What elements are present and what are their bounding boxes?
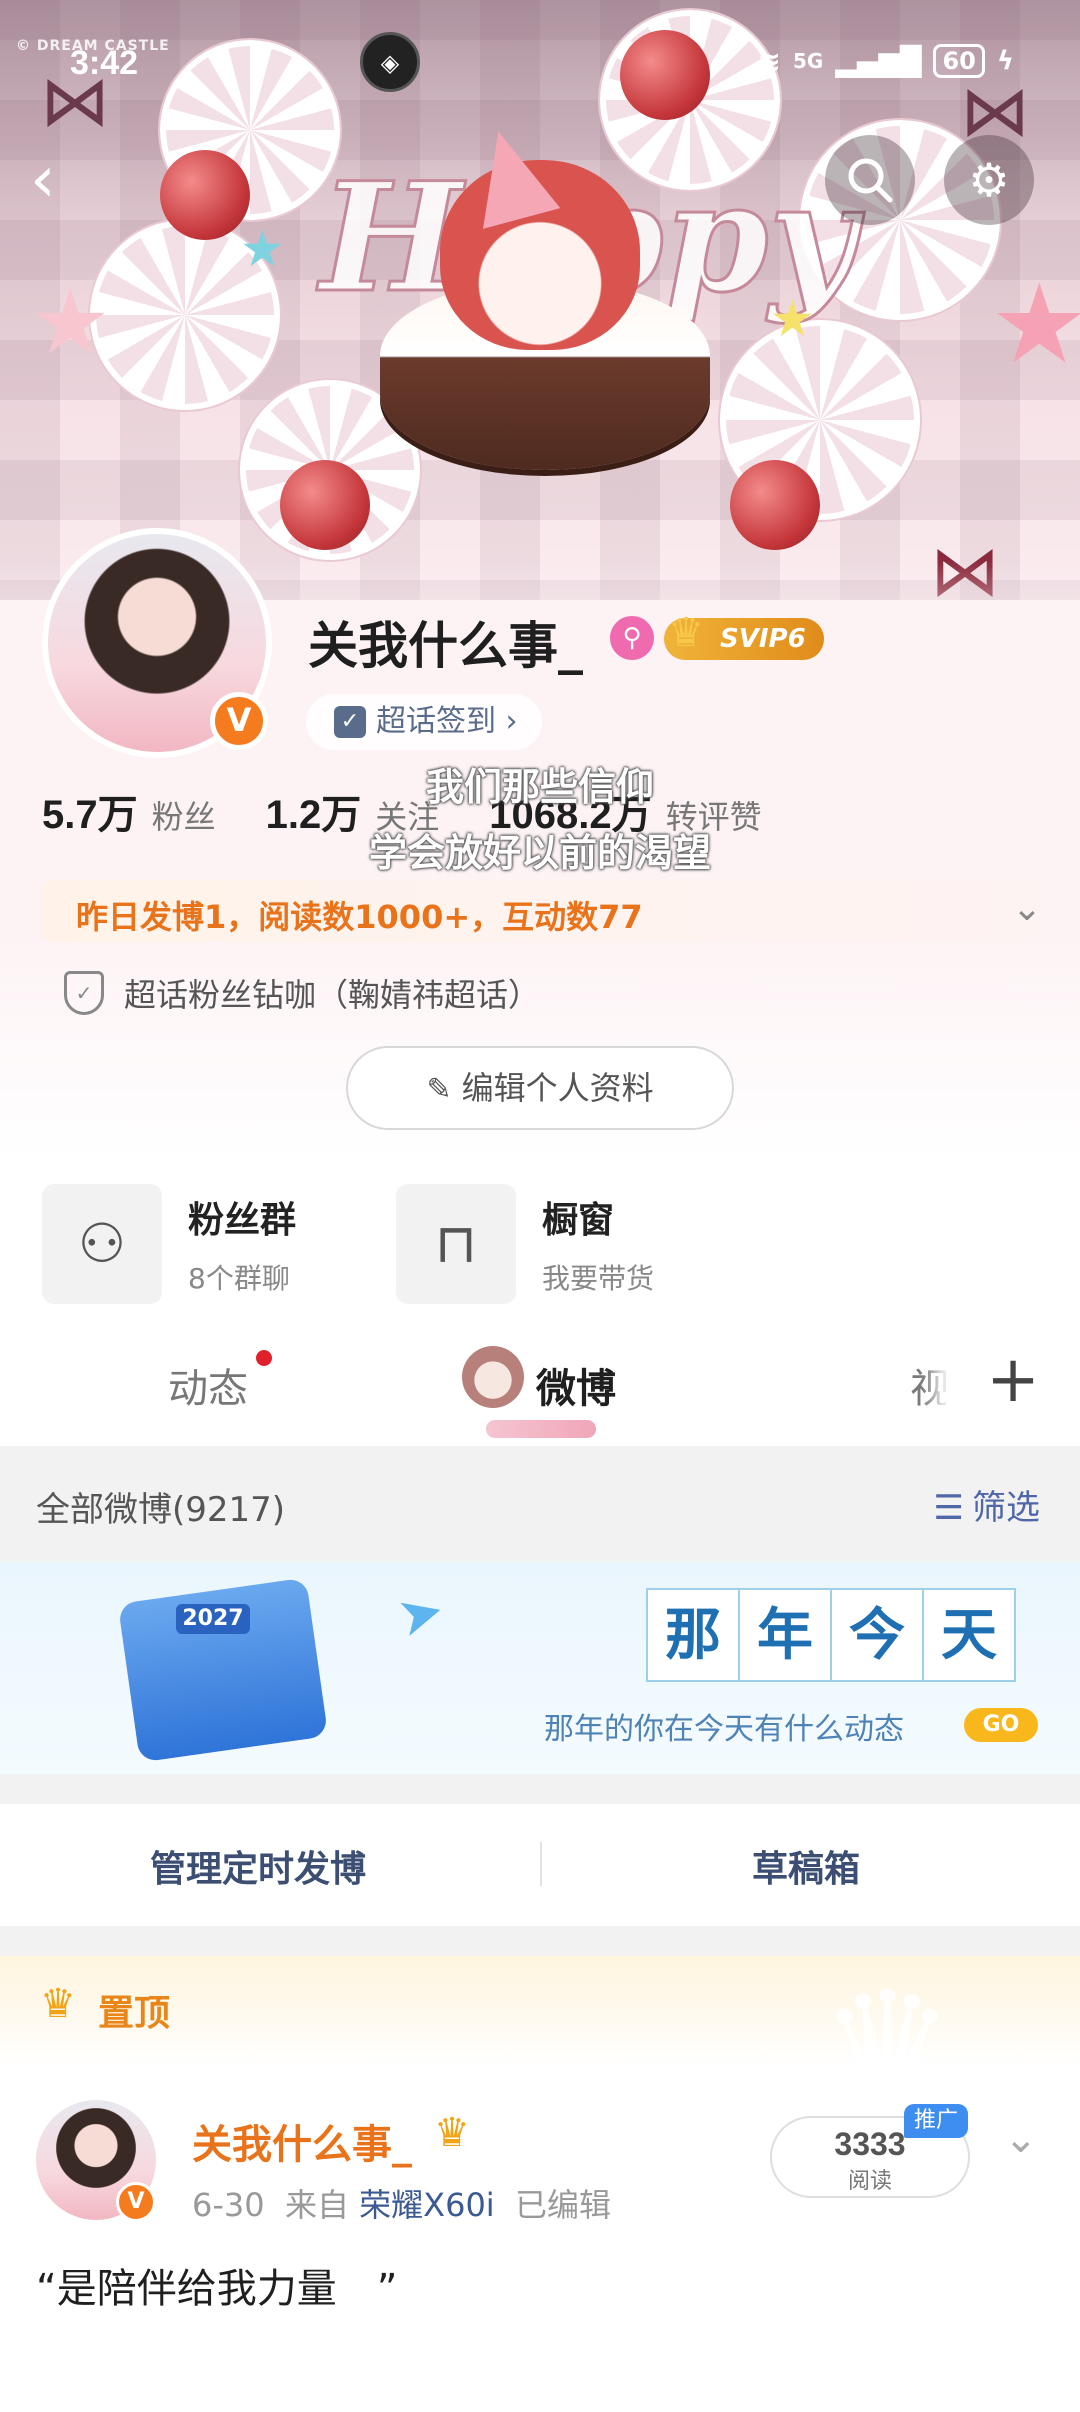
vip-crown-icon: ♛ <box>434 2110 470 2156</box>
search-icon-glyph <box>848 158 893 203</box>
cherry-decoration <box>160 150 250 240</box>
status-bar: © DREAM CASTLE 3:42 ◈ ≋ 5G ▂▄▆█ 60 ϟ <box>0 0 1080 110</box>
filter-button[interactable]: ☰ 筛选 <box>934 1480 1040 1529</box>
notification-app-icon: ◈ <box>360 32 420 92</box>
tile-shop-window[interactable]: ⊓ 橱窗 我要带货 <box>396 1184 654 1304</box>
all-weibo-count[interactable]: 全部微博(9217) <box>36 1482 285 1531</box>
people-icon: ⚇ <box>42 1184 162 1304</box>
post-date: 6-30 <box>192 2186 265 2224</box>
chevron-down-icon[interactable]: ⌄ <box>1004 2116 1038 2162</box>
tab-weibo[interactable]: 微博 <box>536 1356 616 1414</box>
scheduled-posts-button[interactable]: 管理定时发博 <box>150 1840 366 1892</box>
unread-dot <box>256 1350 272 1366</box>
post-from-label: 来自 <box>284 2186 349 2224</box>
signal-5g-label: 5G <box>792 49 824 73</box>
activity-summary[interactable]: 昨日发博1，阅读数1000+，互动数77 ⌄ <box>42 880 1042 942</box>
calendar-year: 2027 <box>176 1604 250 1634</box>
go-button[interactable]: GO <box>964 1708 1038 1742</box>
add-tab-icon[interactable]: + <box>946 1330 1080 1430</box>
fan-badge-row[interactable]: ✓ 超话粉丝钻咖（鞠婧祎超话） <box>64 970 540 1016</box>
cherry-decoration <box>280 460 370 550</box>
on-this-day-subtitle: 那年的你在今天有什么动态 <box>544 1712 904 1747</box>
tile-subtitle: 我要带货 <box>542 1262 655 1295</box>
read-label: 阅读 <box>847 2169 892 2194</box>
filter-icon: ☰ <box>933 1488 964 1528</box>
title-char: 那 <box>646 1588 740 1682</box>
star-icon: ★ <box>770 290 815 348</box>
chevron-down-icon[interactable]: ⌄ <box>1012 888 1042 929</box>
tab-dynamics[interactable]: 动态 <box>168 1356 248 1414</box>
drafts-button[interactable]: 草稿箱 <box>752 1840 860 1892</box>
wifi-icon: ≋ <box>757 44 781 78</box>
section-gap <box>0 1774 1080 1804</box>
edit-profile-button[interactable]: ✎ 编辑个人资料 <box>346 1046 734 1130</box>
tile-title: 橱窗 <box>542 1200 615 1241</box>
tile-title: 粉丝群 <box>188 1200 297 1241</box>
tile-subtitle: 8个群聊 <box>188 1262 290 1295</box>
tile-fan-group[interactable]: ⚇ 粉丝群 8个群聊 <box>42 1184 296 1304</box>
signal-bars-icon: ▂▄▆█ <box>835 44 922 78</box>
status-icons: ≋ 5G ▂▄▆█ 60 ϟ <box>757 44 1014 78</box>
search-icon[interactable] <box>825 135 915 225</box>
on-this-day-title: 那 年 今 天 <box>646 1588 1016 1682</box>
activity-text: 昨日发博1，阅读数1000+，互动数77 <box>76 898 643 936</box>
cherry-decoration <box>730 460 820 550</box>
pinned-label: 置顶 <box>98 1993 171 2034</box>
fan-badge-text: 超话粉丝钻咖（鞠婧祎超话） <box>124 976 541 1014</box>
shield-icon: ✓ <box>64 971 104 1015</box>
lyrics-line-1: 我们那些信仰 <box>425 765 654 809</box>
verified-v-icon: V <box>210 692 268 750</box>
star-icon: ★ <box>240 220 285 278</box>
divider <box>540 1842 542 1886</box>
shopping-bag-icon: ⊓ <box>396 1184 516 1304</box>
tab-video[interactable]: 视 <box>910 1356 950 1414</box>
tab-mascot-icon <box>462 1346 524 1408</box>
status-time: 3:42 <box>70 44 139 82</box>
star-icon: ★ <box>990 260 1080 388</box>
post-text[interactable]: “是陪伴给我力量 ” <box>36 2256 397 2314</box>
pencil-icon: ✎ <box>426 1072 452 1107</box>
post-author[interactable]: 关我什么事_ <box>192 2112 412 2170</box>
post-device[interactable]: 荣耀X60i <box>359 2186 495 2224</box>
gear-icon[interactable]: ⚙ <box>944 135 1034 225</box>
crown-icon: ♛ <box>40 1981 76 2027</box>
search-badge-icon[interactable]: ⚲ <box>610 616 654 660</box>
post-meta: 6-30 来自 荣耀X60i 已编辑 <box>192 2180 611 2226</box>
verified-v-icon: V <box>116 2182 156 2222</box>
title-char: 今 <box>830 1588 924 1682</box>
crown-icon: ♛ <box>668 610 704 656</box>
edit-profile-label: 编辑个人资料 <box>461 1069 654 1107</box>
title-char: 天 <box>922 1588 1016 1682</box>
username: 关我什么事_ <box>308 617 583 675</box>
lyrics-line-2: 学会放好以前的渴望 <box>368 831 711 875</box>
section-gap <box>0 1926 1080 1956</box>
back-arrow-icon[interactable]: ‹ <box>30 140 90 220</box>
star-icon: ★ <box>30 270 111 375</box>
calendar-check-icon: ✓ <box>334 706 366 738</box>
filter-label: 筛选 <box>972 1488 1040 1528</box>
promote-tag[interactable]: 推广 <box>904 2104 968 2138</box>
post-edited: 已编辑 <box>515 2186 612 2224</box>
title-char: 年 <box>738 1588 832 1682</box>
battery-icon: 60 <box>933 44 985 78</box>
active-tab-indicator <box>486 1420 596 1438</box>
charging-icon: ϟ <box>996 46 1014 76</box>
